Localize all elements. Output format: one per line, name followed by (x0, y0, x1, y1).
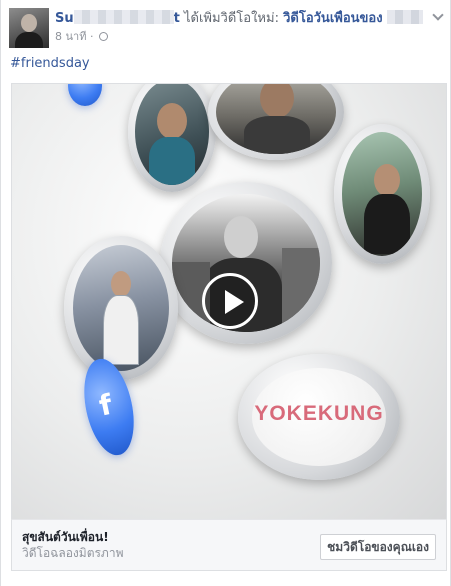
hashtag-link[interactable]: #friendsday (10, 56, 90, 72)
logo-bubble: YOKEKUNG (238, 354, 400, 480)
friend-photo-bubble (64, 236, 178, 380)
attachment-subtitle: วิดีโอฉลองมิตรภาพ (22, 546, 124, 560)
globe-icon (98, 32, 108, 41)
friend-photo (216, 84, 336, 154)
avatar[interactable] (9, 8, 49, 48)
friend-photo (342, 132, 422, 256)
post-header: Su t ได้เพิ่มวิดีโอใหม่: วิดีโอวันเพื่อนข… (9, 8, 439, 48)
friend-photo (73, 245, 169, 371)
redacted-name (73, 10, 174, 24)
timestamp-link[interactable]: 8 นาที (55, 30, 86, 43)
author-name-end: t (173, 11, 180, 26)
redacted-owner (386, 10, 423, 24)
chevron-down-icon[interactable] (432, 10, 444, 22)
video-player[interactable]: f YOKEKUNG (11, 83, 447, 519)
attachment-footer: สุขสันต์วันเพื่อน! วิดีโอฉลองมิตรภาพ ชมว… (11, 519, 447, 571)
author-name-start: Su (55, 11, 74, 26)
facebook-bubble-icon (68, 84, 102, 106)
play-button[interactable] (202, 273, 258, 329)
post-meta: 8 นาที · (55, 30, 108, 44)
friend-photo-bubble (128, 84, 216, 192)
attachment-title: สุขสันต์วันเพื่อน! (22, 530, 109, 544)
post-title-line: Su t ได้เพิ่มวิดีโอใหม่: วิดีโอวันเพื่อนข… (55, 10, 435, 28)
feed-post: Su t ได้เพิ่มวิดีโอใหม่: วิดีโอวันเพื่อนข… (0, 0, 451, 586)
action-text: ได้เพิ่มวิดีโอใหม่: (183, 11, 279, 26)
play-icon (225, 290, 244, 314)
author-name[interactable]: Su t (55, 10, 180, 26)
friend-photo-bubble (334, 124, 430, 264)
meta-separator: · (89, 30, 94, 43)
video-title-link[interactable]: วิดีโอวันเพื่อนของ (283, 11, 382, 26)
friend-photo-bubble (208, 84, 344, 160)
friend-photo (135, 84, 209, 185)
watermark-logo: YOKEKUNG (254, 402, 384, 425)
watch-your-video-button[interactable]: ชมวิดีโอของคุณเอง (320, 534, 436, 560)
avatar-body (15, 32, 43, 48)
avatar-head (21, 14, 37, 32)
